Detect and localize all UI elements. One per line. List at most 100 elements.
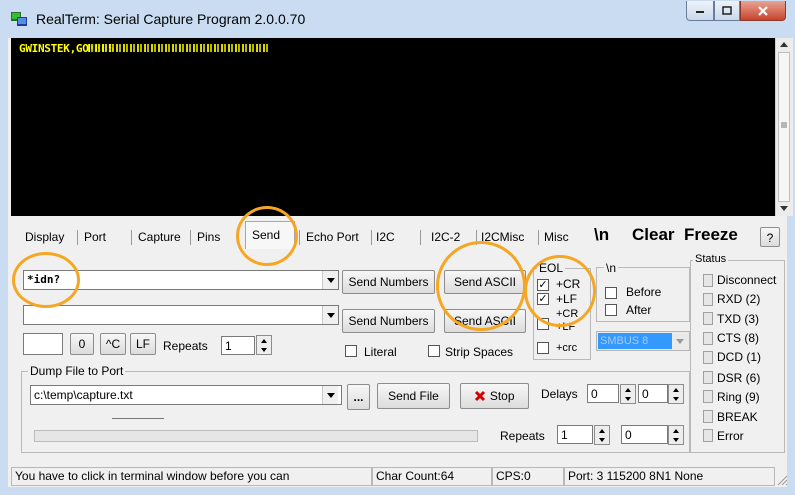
- browse-button[interactable]: ...: [347, 384, 370, 410]
- tab-misc[interactable]: Misc: [544, 226, 569, 248]
- help-button[interactable]: ?: [760, 227, 780, 247]
- status-item-cts: CTS (8): [717, 331, 759, 345]
- resize-grip-icon[interactable]: [776, 474, 788, 486]
- dump-repeats-2-input[interactable]: 0: [621, 425, 668, 444]
- send-numbers-label: Send Numbers: [348, 275, 429, 289]
- send-input-1[interactable]: *idn?: [23, 270, 339, 290]
- newline-title: \n: [604, 261, 619, 275]
- send-file-button[interactable]: Send File: [377, 383, 450, 409]
- ctrl-c-button[interactable]: ^C: [100, 333, 126, 355]
- lf-button[interactable]: LF: [130, 333, 156, 355]
- stop-button[interactable]: Stop: [460, 383, 529, 409]
- maximize-button[interactable]: [714, 1, 740, 21]
- after-checkbox[interactable]: [605, 304, 617, 316]
- tab-pins[interactable]: Pins: [197, 226, 220, 248]
- before-checkbox[interactable]: [605, 287, 617, 299]
- status-item-break: BREAK: [717, 410, 758, 424]
- close-button[interactable]: [740, 1, 786, 21]
- send-input-2-dropdown[interactable]: [322, 306, 338, 324]
- terminal-scrollbar[interactable]: [775, 38, 793, 216]
- newline-toggle-button[interactable]: \n: [594, 224, 609, 246]
- window-title: RealTerm: Serial Capture Program 2.0.0.7…: [36, 11, 306, 27]
- delay-1-input[interactable]: 0: [587, 384, 619, 403]
- statusbar-hint: You have to click in terminal window bef…: [11, 467, 372, 486]
- eol-crc-label: +crc: [556, 342, 578, 354]
- status-item-rxd: RXD (2): [717, 292, 761, 306]
- tab-send[interactable]: Send: [252, 224, 280, 246]
- repeats-label: Repeats: [163, 339, 208, 353]
- terminal-window[interactable]: [11, 38, 775, 216]
- delay-2-input[interactable]: 0: [638, 384, 668, 403]
- send-ascii-label: Send ASCII: [453, 314, 517, 328]
- tab-port[interactable]: Port: [84, 226, 106, 248]
- small-number-input[interactable]: [23, 333, 63, 355]
- send-ascii-button-1[interactable]: Send ASCII: [444, 270, 526, 294]
- chevron-down-icon: [326, 392, 335, 398]
- spin-up-icon: [599, 428, 605, 433]
- status-item-ring: Ring (9): [717, 390, 760, 404]
- status-item-dcd: DCD (1): [717, 350, 761, 364]
- status-led: [703, 332, 713, 345]
- send-numbers-button-1[interactable]: Send Numbers: [342, 270, 435, 294]
- delays-label: Delays: [541, 387, 578, 401]
- close-icon: [758, 5, 768, 16]
- tab-echo-port[interactable]: Echo Port: [306, 226, 359, 248]
- strip-spaces-label: Strip Spaces: [445, 345, 514, 359]
- tab-display[interactable]: Display: [25, 226, 64, 248]
- status-item-dsr: DSR (6): [717, 371, 761, 385]
- dump-file-title: Dump File to Port: [28, 364, 126, 378]
- spin-down-icon: [673, 437, 679, 442]
- minimize-button[interactable]: [686, 1, 714, 21]
- delay-2-spinner[interactable]: [668, 384, 684, 404]
- realterm-app-icon: [11, 12, 27, 26]
- status-led: [703, 351, 713, 364]
- tab-separator: [420, 230, 421, 245]
- send-numbers-button-2[interactable]: Send Numbers: [342, 309, 435, 333]
- eol-cr2-checkbox[interactable]: [537, 318, 549, 330]
- eol-cr2-label: +CR: [556, 308, 579, 320]
- spin-down-icon: [673, 396, 679, 401]
- tab-capture[interactable]: Capture: [138, 226, 181, 248]
- delay-1-spinner[interactable]: [620, 384, 636, 404]
- scroll-up-icon[interactable]: [780, 42, 788, 47]
- send-ascii-button-2[interactable]: Send ASCII: [444, 309, 526, 333]
- status-led: [703, 371, 713, 384]
- smbus-select[interactable]: SMBUS 8: [596, 331, 690, 351]
- send-input-2[interactable]: [23, 305, 339, 325]
- dump-repeats-label: Repeats: [500, 429, 545, 443]
- repeats-spinner[interactable]: [256, 335, 272, 355]
- tab-i2c[interactable]: I2C: [376, 226, 395, 248]
- literal-checkbox[interactable]: [345, 345, 357, 357]
- eol-cr-checkbox[interactable]: ✓: [537, 279, 549, 291]
- status-item-disconnect: Disconnect: [717, 273, 777, 287]
- spin-up-icon: [261, 338, 267, 343]
- zero-button[interactable]: 0: [70, 333, 94, 355]
- scroll-down-icon[interactable]: [780, 206, 788, 211]
- tab-separator: [476, 230, 477, 245]
- tab-separator: [131, 230, 132, 245]
- dump-file-path-input[interactable]: c:\temp\capture.txt: [30, 385, 342, 405]
- tab-separator: [299, 230, 300, 245]
- spin-down-icon: [599, 437, 605, 442]
- dump-file-dropdown[interactable]: [322, 386, 338, 404]
- eol-crc-checkbox[interactable]: [537, 342, 549, 354]
- eol-lf-checkbox[interactable]: ✓: [537, 293, 549, 305]
- statusbar-char-count: Char Count:64: [372, 467, 492, 486]
- dump-progress-bar: [34, 430, 478, 442]
- dump-repeats-1-spinner[interactable]: [594, 425, 610, 445]
- dump-repeats-1-input[interactable]: 1: [557, 425, 593, 444]
- freeze-button[interactable]: Freeze: [684, 224, 738, 246]
- strip-spaces-checkbox[interactable]: [428, 345, 440, 357]
- title-bar[interactable]: RealTerm: Serial Capture Program 2.0.0.7…: [0, 0, 795, 38]
- send-input-1-dropdown[interactable]: [322, 271, 338, 289]
- tab-i2cmisc[interactable]: I2CMisc: [481, 226, 524, 248]
- clear-button[interactable]: Clear: [632, 224, 675, 246]
- status-item-txd: TXD (3): [717, 312, 759, 326]
- dump-repeats-2-spinner[interactable]: [668, 425, 684, 445]
- send-numbers-label: Send Numbers: [348, 314, 429, 328]
- tab-i2c-2[interactable]: I2C-2: [431, 226, 460, 248]
- tab-separator: [371, 230, 372, 245]
- after-label: After: [626, 303, 652, 317]
- spin-up-icon: [625, 387, 631, 392]
- repeats-input[interactable]: 1: [221, 336, 255, 355]
